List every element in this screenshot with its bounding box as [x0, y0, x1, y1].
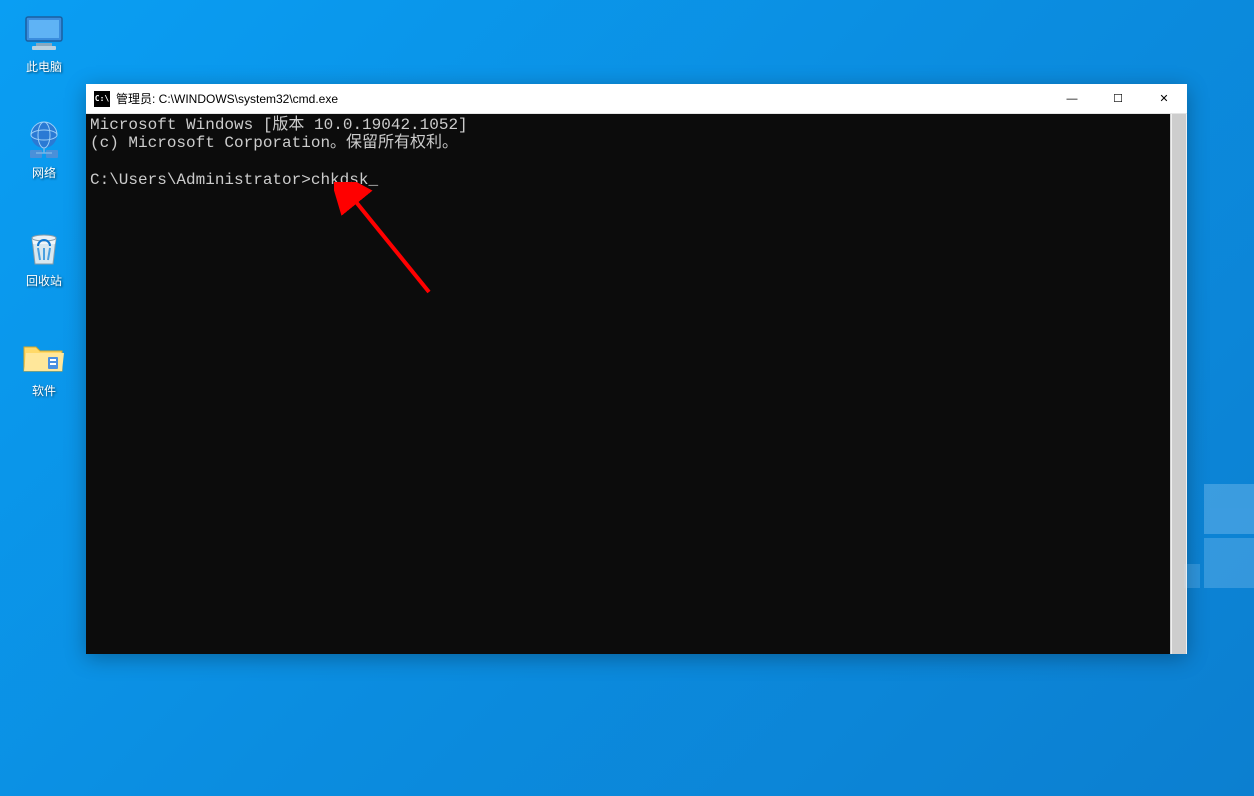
desktop-icon-this-pc[interactable]: 此电脑: [6, 14, 82, 75]
terminal-prompt: C:\Users\Administrator>: [90, 171, 311, 189]
window-title: 管理员: C:\WINDOWS\system32\cmd.exe: [116, 90, 1049, 107]
windows-logo-decoration: [1198, 484, 1254, 624]
globe-icon: [20, 120, 68, 160]
maximize-button[interactable]: ☐: [1095, 84, 1141, 113]
window-controls: — ☐ ✕: [1049, 84, 1187, 113]
desktop-icon-label: 回收站: [26, 272, 62, 289]
terminal-command: chkdsk: [311, 171, 369, 189]
desktop-icon-software[interactable]: 软件: [6, 338, 82, 399]
desktop-icon-label: 网络: [32, 164, 56, 181]
terminal-line: Microsoft Windows [版本 10.0.19042.1052]: [90, 116, 468, 134]
desktop-icon-label: 此电脑: [26, 58, 62, 75]
cmd-window: C:\ 管理员: C:\WINDOWS\system32\cmd.exe — ☐…: [86, 84, 1187, 654]
terminal-output[interactable]: Microsoft Windows [版本 10.0.19042.1052] (…: [86, 114, 1170, 654]
titlebar[interactable]: C:\ 管理员: C:\WINDOWS\system32\cmd.exe — ☐…: [86, 84, 1187, 114]
desktop-icon-network[interactable]: 网络: [6, 120, 82, 181]
minimize-button[interactable]: —: [1049, 84, 1095, 113]
desktop-icon-label: 软件: [32, 382, 56, 399]
close-button[interactable]: ✕: [1141, 84, 1187, 113]
computer-icon: [20, 14, 68, 54]
terminal-cursor: _: [368, 171, 378, 189]
recycle-bin-icon: [20, 228, 68, 268]
desktop-icon-recycle-bin[interactable]: 回收站: [6, 228, 82, 289]
folder-icon: [20, 338, 68, 378]
terminal-line: (c) Microsoft Corporation。保留所有权利。: [90, 134, 458, 152]
cmd-icon: C:\: [94, 91, 110, 107]
